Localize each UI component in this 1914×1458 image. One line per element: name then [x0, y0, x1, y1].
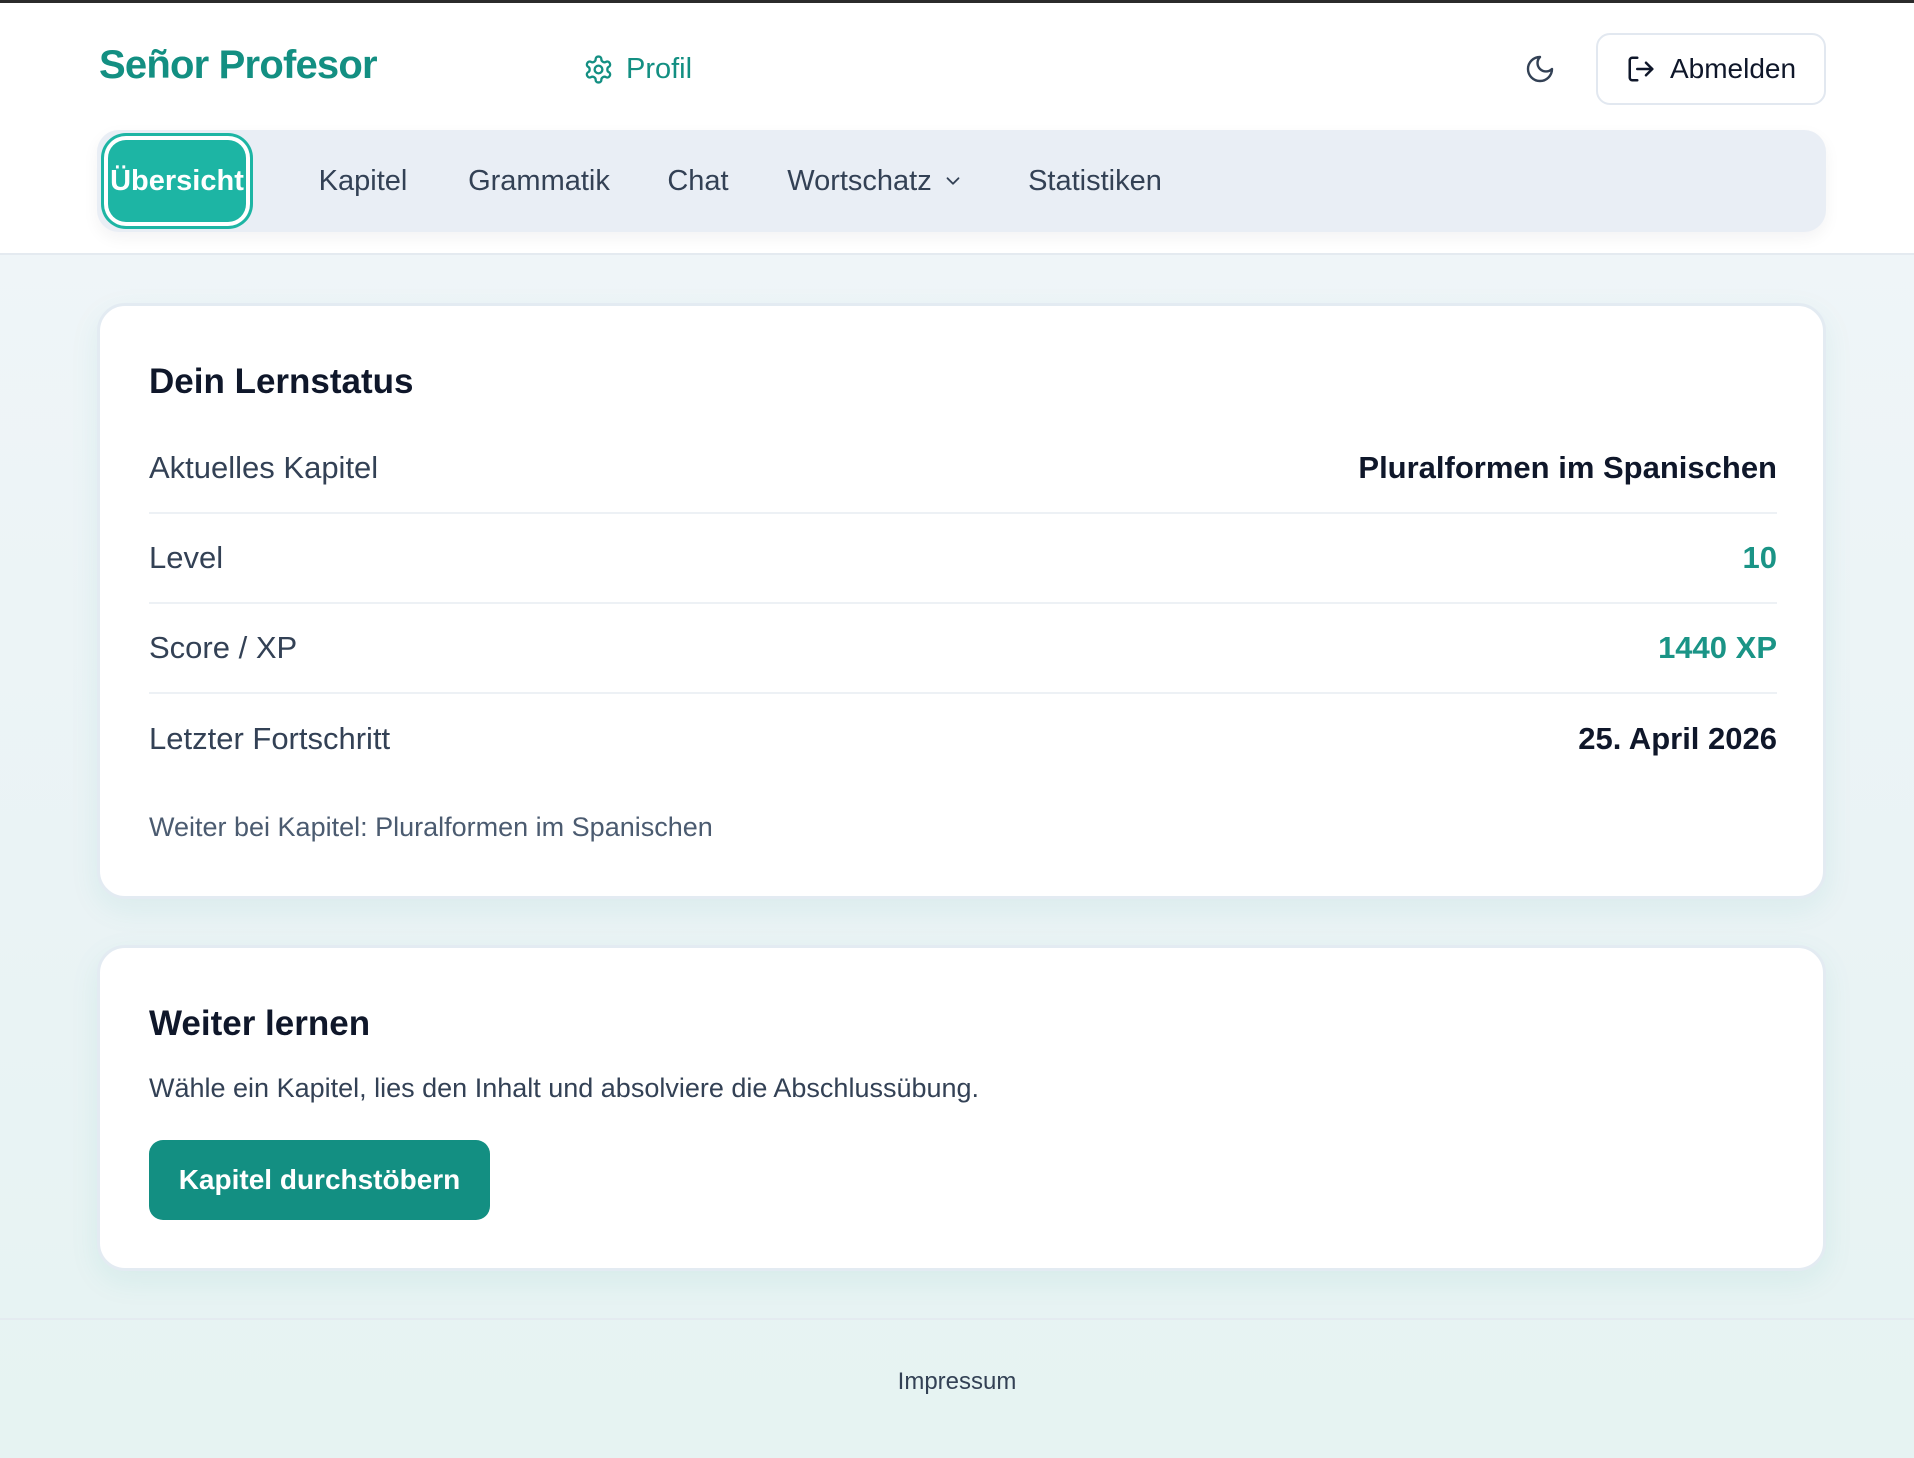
status-row-level: Level 10 [149, 514, 1777, 604]
nav-tab-kapitel[interactable]: Kapitel [315, 140, 411, 222]
status-row-score: Score / XP 1440 XP [149, 604, 1777, 694]
last-progress-value: 25. April 2026 [1578, 721, 1777, 756]
page-footer: Impressum [0, 1318, 1914, 1458]
logout-button[interactable]: Abmelden [1596, 33, 1826, 105]
nav-tab-wortschatz[interactable]: Wortschatz [784, 140, 967, 222]
nav-tab-statistiken[interactable]: Statistiken [1025, 140, 1165, 222]
browse-chapters-button[interactable]: Kapitel durchstöbern [149, 1140, 490, 1220]
profile-label: Profil [626, 52, 693, 85]
theme-toggle-button[interactable] [1518, 47, 1562, 91]
score-value: 1440 XP [1658, 630, 1777, 665]
continue-learning-card: Weiter lernen Wähle ein Kapitel, lies de… [97, 945, 1826, 1271]
brand-logo[interactable]: Señor Profesor [99, 43, 378, 88]
continue-learning-description: Wähle ein Kapitel, lies den Inhalt und a… [149, 1073, 980, 1103]
gear-icon [585, 54, 612, 84]
impressum-link[interactable]: Impressum [0, 1368, 1914, 1396]
nav-tab-wortschatz-label: Wortschatz [787, 164, 932, 197]
chevron-down-icon [946, 177, 960, 185]
nav-tab-chat[interactable]: Chat [666, 140, 730, 222]
logout-label: Abmelden [1669, 53, 1797, 84]
nav-tab-grammatik[interactable]: Grammatik [466, 140, 612, 222]
status-row-label: Letzter Fortschritt [149, 721, 391, 756]
learning-status-title: Dein Lernstatus [149, 362, 414, 401]
logout-icon [1628, 56, 1654, 82]
learning-status-card: Dein Lernstatus Aktuelles Kapitel Plural… [97, 303, 1826, 899]
continue-learning-title: Weiter lernen [149, 1004, 371, 1043]
nav-tab-uebersicht[interactable]: Übersicht [108, 140, 246, 222]
level-value: 10 [1742, 540, 1777, 575]
profile-link[interactable]: Profil [583, 47, 692, 91]
status-row-label: Level [149, 540, 224, 575]
status-row-last-progress: Letzter Fortschritt 25. April 2026 [149, 694, 1777, 784]
current-chapter-value: Pluralformen im Spanischen [1358, 450, 1777, 485]
moon-icon [1526, 55, 1554, 83]
app-header: Señor Profesor Profil Abmelden Übersicht… [0, 3, 1914, 255]
status-row-label: Aktuelles Kapitel [149, 450, 379, 485]
status-row-label: Score / XP [149, 630, 298, 665]
continue-chapter-hint: Weiter bei Kapitel: Pluralformen im Span… [149, 812, 713, 842]
status-row-current-chapter: Aktuelles Kapitel Pluralformen im Spanis… [149, 424, 1777, 514]
main-navigation: Übersicht Kapitel Grammatik Chat Wortsch… [97, 130, 1826, 232]
